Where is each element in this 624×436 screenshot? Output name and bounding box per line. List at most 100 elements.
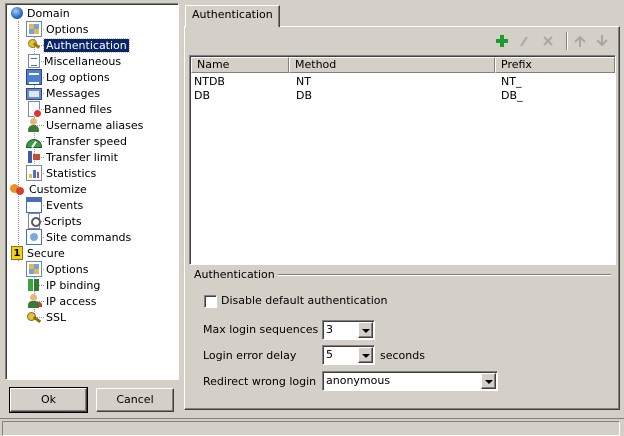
add-button[interactable]	[492, 32, 512, 50]
cell-prefix: NT_	[501, 75, 522, 88]
settings-tree[interactable]: Domain Options Authentication Miscellane…	[5, 3, 179, 380]
tree-item-label: Scripts	[44, 214, 82, 228]
tree-item-label: Username aliases	[46, 118, 144, 132]
delete-icon	[543, 36, 553, 46]
tree-item-label: Authentication	[43, 37, 130, 53]
tree-item-miscellaneous[interactable]: Miscellaneous	[26, 53, 123, 69]
tree-item-label: IP binding	[46, 278, 101, 292]
tree-item-banned-files[interactable]: Banned files	[26, 101, 114, 118]
tree-item-ip-binding[interactable]: IP binding	[26, 277, 102, 293]
tree-item-customize[interactable]: Customize	[9, 181, 89, 197]
ip-binding-icon	[26, 277, 42, 293]
tree-item-username-aliases[interactable]: Username aliases	[26, 117, 145, 133]
tree-item-log-options[interactable]: Log options	[26, 69, 112, 85]
group-title: Authentication	[191, 268, 278, 281]
tree-item-label: Statistics	[46, 166, 97, 180]
login-delay-label: Login error delay	[203, 349, 297, 362]
tree-item-label: Secure	[27, 246, 65, 260]
chevron-down-icon[interactable]	[358, 347, 373, 363]
tree-item-transfer-speed[interactable]: Transfer speed	[26, 133, 129, 149]
redirect-login-label: Redirect wrong login	[203, 375, 317, 388]
tree-item-label: Miscellaneous	[44, 54, 122, 68]
authentication-list[interactable]: Name Method Prefix NTDB NT NT_ DB DB DB_	[189, 55, 616, 265]
tree-item-events[interactable]: Events	[26, 197, 85, 213]
add-icon	[496, 35, 508, 47]
document-icon	[28, 54, 40, 68]
tree-item-messages[interactable]: Messages	[26, 85, 102, 101]
events-icon	[26, 197, 42, 213]
log-icon	[26, 69, 42, 85]
options-icon	[26, 21, 42, 37]
tree-item-label: Log options	[46, 70, 110, 84]
redirect-login-select[interactable]: anonymous	[322, 371, 498, 391]
tree-item-label: Site commands	[46, 230, 132, 244]
tree-item-label: Domain	[27, 6, 70, 20]
site-commands-icon	[26, 229, 42, 245]
tree-item-secure[interactable]: 1 Secure	[9, 245, 67, 261]
chevron-down-icon[interactable]	[481, 373, 496, 389]
statistics-icon	[26, 165, 42, 181]
speedometer-icon	[26, 139, 42, 148]
disable-default-auth-label[interactable]: Disable default authentication	[221, 294, 387, 308]
ip-access-icon	[26, 293, 42, 309]
tree-item-domain[interactable]: Domain	[9, 5, 72, 21]
cell-name: DB	[194, 89, 211, 102]
tree-item-site-commands[interactable]: Site commands	[26, 229, 133, 245]
cell-prefix: DB_	[501, 89, 523, 102]
tree-item-label: Transfer limit	[46, 150, 118, 164]
tree-item-statistics[interactable]: Statistics	[26, 165, 98, 181]
chevron-down-icon[interactable]	[358, 322, 373, 338]
tree-item-scripts[interactable]: Scripts	[26, 213, 84, 229]
move-down-button[interactable]	[592, 32, 612, 50]
tree-item-ssl[interactable]: SSL	[26, 309, 68, 325]
user-icon	[26, 117, 42, 133]
max-login-value: 3	[326, 323, 333, 336]
max-login-label: Max login sequences	[203, 323, 319, 336]
tree-item-options[interactable]: Options	[26, 21, 90, 37]
group-divider	[270, 274, 611, 276]
max-login-select[interactable]: 3	[322, 320, 375, 340]
tree-item-label: Events	[46, 198, 84, 212]
tree-item-secure-options[interactable]: Options	[26, 261, 90, 277]
status-pane	[2, 421, 620, 436]
delete-button[interactable]	[538, 32, 558, 50]
edit-button[interactable]	[514, 32, 534, 50]
ssl-key-icon	[26, 309, 42, 325]
disable-default-auth-checkbox[interactable]	[204, 295, 217, 308]
tree-item-ip-access[interactable]: IP access	[26, 293, 98, 309]
tab-authentication[interactable]: Authentication	[185, 5, 280, 27]
options-icon	[26, 261, 42, 277]
tree-item-label: Messages	[46, 86, 100, 100]
tree-item-label: Banned files	[44, 102, 112, 116]
column-header-method[interactable]: Method	[289, 57, 495, 73]
cancel-button[interactable]: Cancel	[96, 388, 174, 412]
messages-icon	[26, 88, 42, 100]
move-up-icon	[574, 35, 586, 47]
cell-name: NTDB	[194, 75, 225, 88]
ok-button[interactable]: Ok	[9, 387, 88, 413]
toolbar-separator	[566, 32, 568, 50]
column-header-name[interactable]: Name	[191, 57, 289, 73]
login-delay-value: 5	[326, 348, 333, 361]
scripts-icon	[28, 213, 41, 229]
column-header-prefix[interactable]: Prefix	[495, 57, 615, 73]
tree-item-transfer-limit[interactable]: Transfer limit	[26, 149, 120, 165]
tree-item-label: Transfer speed	[46, 134, 127, 148]
tree-item-label: SSL	[46, 310, 67, 324]
tree-connector	[18, 21, 19, 261]
move-up-button[interactable]	[570, 32, 590, 50]
cell-method: NT	[296, 75, 311, 88]
customize-icon	[9, 181, 25, 197]
redirect-login-value: anonymous	[326, 374, 391, 387]
cell-method: DB	[296, 89, 313, 102]
secure-icon: 1	[11, 246, 23, 260]
tree-item-label: Customize	[29, 182, 87, 196]
edit-icon	[520, 36, 528, 47]
keys-icon	[26, 37, 42, 53]
banned-file-icon	[28, 101, 42, 118]
tree-item-authentication[interactable]: Authentication	[26, 37, 130, 53]
tree-item-label: Options	[46, 262, 89, 276]
login-delay-select[interactable]: 5	[322, 345, 375, 365]
transfer-limit-icon	[26, 149, 42, 165]
move-down-icon	[596, 35, 608, 47]
